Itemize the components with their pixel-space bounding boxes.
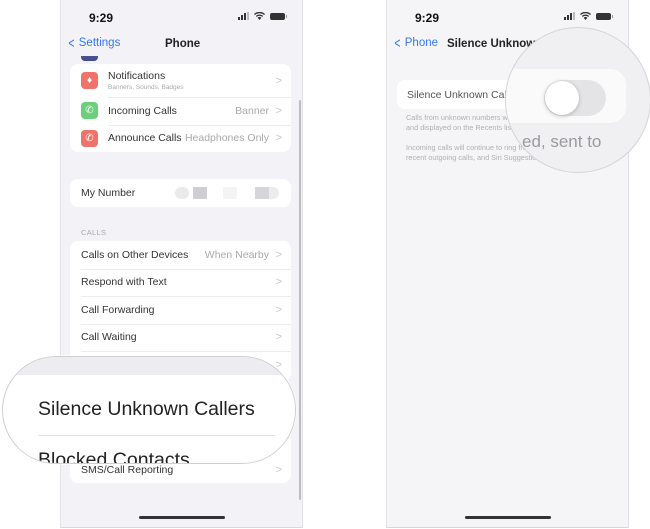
- chevron-right-icon: >: [275, 74, 282, 87]
- wifi-icon: [580, 12, 591, 20]
- settings-row-notifications[interactable]: ♦ Notifications Banners, Sounds, Badges …: [70, 64, 291, 97]
- settings-row-calls-on-other-devices[interactable]: Calls on Other Devices When Nearby >: [70, 241, 291, 269]
- silence-unknown-callers-row[interactable]: Silence Unknown Callers: [38, 398, 255, 421]
- notifications-group: ♦ Notifications Banners, Sounds, Badges …: [70, 64, 291, 152]
- blocked-contacts-row[interactable]: Blocked Contacts: [38, 449, 190, 463]
- chevron-right-icon: >: [275, 104, 282, 117]
- row-label: My Number: [81, 186, 136, 199]
- row-value: Banner: [235, 104, 269, 117]
- row-label: Call Waiting: [81, 331, 137, 344]
- row-label: Announce Calls: [108, 132, 182, 145]
- siri-icon: [81, 56, 98, 61]
- battery-icon: [270, 12, 287, 20]
- chevron-right-icon: >: [275, 276, 282, 289]
- chevron-right-icon: >: [275, 132, 282, 145]
- battery-icon: [596, 12, 613, 20]
- divider: [38, 435, 275, 436]
- chevron-right-icon: >: [275, 248, 282, 261]
- toggle-knob: [545, 81, 579, 115]
- chevron-right-icon: >: [275, 303, 282, 316]
- settings-row-incoming-calls[interactable]: ✆ Incoming Calls Banner >: [70, 97, 291, 125]
- status-bar: 9:29: [61, 0, 302, 34]
- settings-row-my-number[interactable]: My Number: [70, 179, 291, 207]
- chevron-left-icon: <: [394, 34, 401, 52]
- chevron-right-icon: >: [275, 463, 282, 476]
- back-label: Phone: [404, 37, 439, 49]
- incoming-call-icon: ✆: [81, 102, 98, 120]
- navigation-bar: < Settings Phone: [61, 34, 302, 56]
- magnifier-top-band: [3, 357, 295, 375]
- magnified-footnote: ed, sent to: [522, 132, 602, 151]
- row-value: Headphones Only: [184, 132, 269, 145]
- scrollbar[interactable]: [299, 100, 301, 500]
- magnifier-callout: ed, sent to: [505, 27, 650, 173]
- bell-icon: ♦: [81, 72, 98, 89]
- row-label: Notifications: [108, 70, 166, 82]
- wifi-icon: [254, 12, 265, 20]
- home-indicator[interactable]: [465, 516, 551, 519]
- back-button[interactable]: < Phone: [393, 34, 439, 52]
- my-number-group: My Number: [70, 179, 291, 207]
- cellular-signal-icon: [564, 12, 575, 20]
- row-value: When Nearby: [204, 248, 269, 261]
- settings-row-respond-with-text[interactable]: Respond with Text >: [70, 268, 291, 297]
- settings-row-call-waiting[interactable]: Call Waiting >: [70, 323, 291, 352]
- home-indicator[interactable]: [139, 516, 225, 519]
- page-title: Phone: [165, 38, 201, 50]
- row-label: Call Forwarding: [81, 303, 155, 316]
- cellular-signal-icon: [238, 12, 249, 20]
- magnifier-callout: Silence Unknown Callers Blocked Contacts: [2, 356, 296, 464]
- row-sublabel: Banners, Sounds, Badges: [108, 84, 184, 91]
- chevron-right-icon: >: [275, 331, 282, 344]
- row-label: Respond with Text: [81, 276, 167, 289]
- settings-row-call-forwarding[interactable]: Call Forwarding >: [70, 296, 291, 324]
- chevron-left-icon: <: [68, 34, 75, 52]
- settings-row-announce-calls[interactable]: ✆ Announce Calls Headphones Only >: [70, 124, 291, 153]
- section-header-calls: CALLS: [81, 228, 107, 237]
- row-label: SMS/Call Reporting: [81, 463, 174, 476]
- clipped-row: [70, 56, 291, 64]
- status-time: 9:29: [415, 11, 440, 25]
- row-label: Incoming Calls: [108, 104, 177, 117]
- back-button[interactable]: < Settings: [67, 34, 121, 52]
- silence-unknown-callers-toggle[interactable]: [544, 80, 606, 116]
- redacted-phone-number: [175, 187, 279, 199]
- row-label: Calls on Other Devices: [81, 248, 189, 261]
- back-label: Settings: [78, 37, 121, 49]
- announce-call-icon: ✆: [81, 129, 98, 147]
- status-time: 9:29: [89, 11, 114, 25]
